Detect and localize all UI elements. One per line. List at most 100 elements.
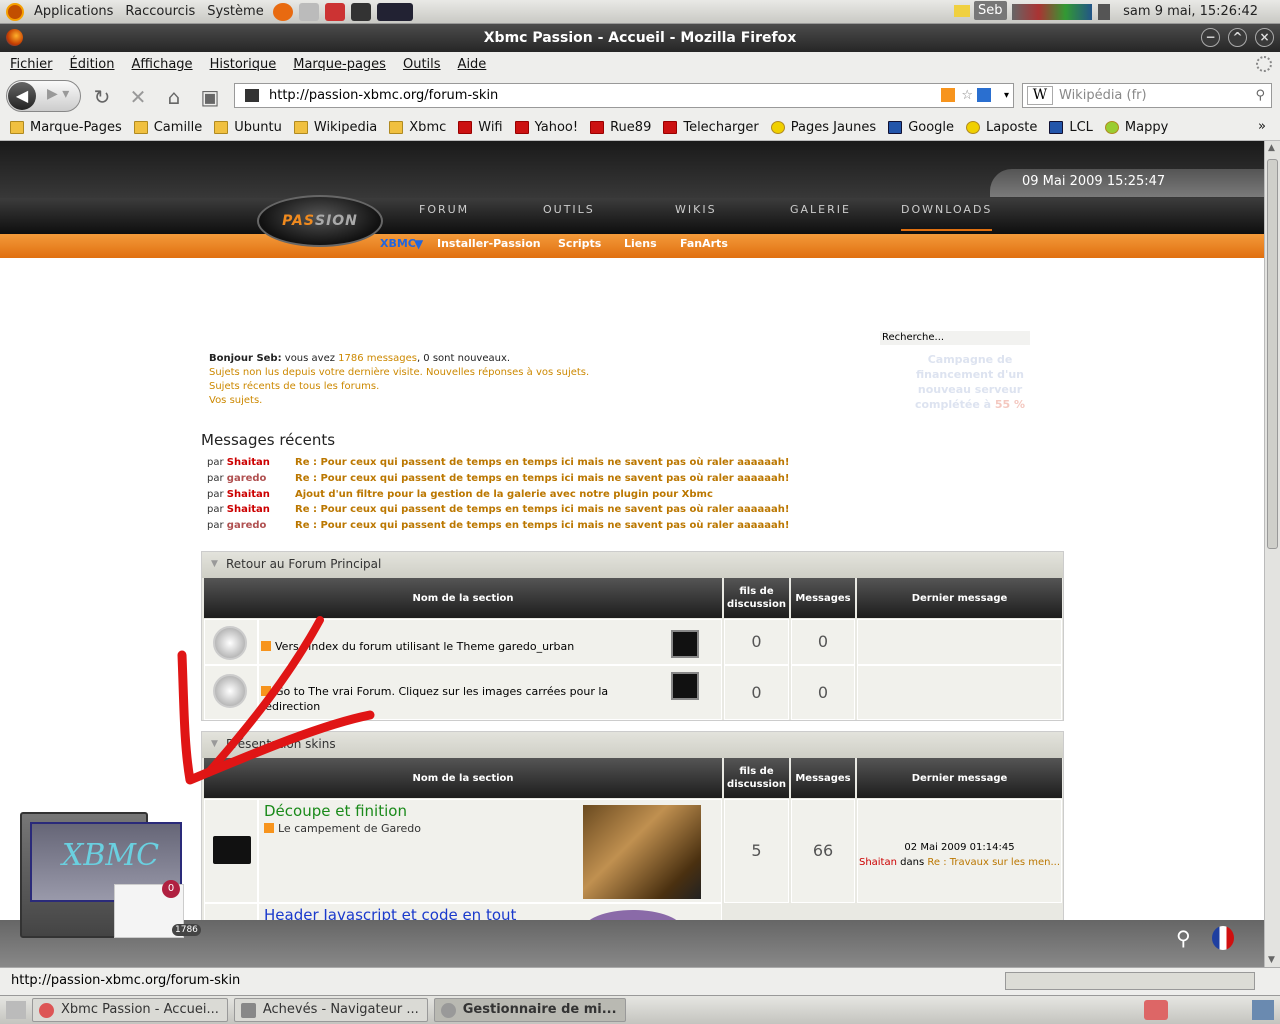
search-placeholder[interactable]: Wikipédia (fr) [1059, 88, 1147, 103]
folder-icon[interactable] [954, 5, 970, 17]
menu-aide[interactable]: Aide [448, 57, 494, 72]
bookmark-wifi[interactable]: Wifi [458, 120, 503, 135]
bookmark-camille[interactable]: Camille [133, 120, 202, 135]
search-icon[interactable]: ⚲ [1176, 926, 1191, 950]
trash-icon[interactable] [1252, 1000, 1274, 1020]
volume-icon[interactable] [1098, 4, 1110, 20]
xbmc-dropdown-icon[interactable]: ▼ [414, 237, 423, 251]
url-bar[interactable]: http://passion-xbmc.org/forum-skin ☆ ▾ [234, 83, 1014, 108]
bookmark-xbmc[interactable]: Xbmc [389, 120, 446, 135]
wikipedia-icon[interactable]: W [1027, 86, 1053, 105]
panel-menu-systeme[interactable]: Système [201, 4, 269, 19]
nav-forum[interactable]: FORUM [419, 203, 469, 216]
folder-icon [214, 121, 229, 134]
last-post-user[interactable]: Shaitan [859, 857, 897, 868]
messages-link[interactable]: 1786 messages [338, 353, 417, 364]
xbmc-thumbnail[interactable] [671, 672, 699, 700]
subnav-fanarts[interactable]: FanArts [680, 237, 728, 250]
xbmc-mail-widget[interactable]: XBMC 0 1786 [20, 812, 201, 938]
nav-wikis[interactable]: WIKIS [675, 203, 717, 216]
back-button[interactable]: ◀ [8, 82, 36, 110]
bookmark-laposte[interactable]: Laposte [966, 120, 1037, 135]
last-post-topic[interactable]: Re : Travaux sur les men... [927, 857, 1060, 868]
bookmark-ubuntu[interactable]: Ubuntu [214, 120, 282, 135]
bookmark-google[interactable]: Google [888, 120, 954, 135]
xbmc-thumbnail[interactable] [671, 630, 699, 658]
menu-edition[interactable]: Édition [60, 57, 122, 72]
bookmark-yahoo[interactable]: Yahoo! [514, 120, 578, 135]
menu-affichage[interactable]: Affichage [121, 57, 199, 72]
page-scrollbar[interactable]: ▲ ▼ [1264, 141, 1280, 967]
search-box[interactable]: W Wikipédia (fr) ⚲ [1022, 83, 1272, 108]
nav-galerie[interactable]: GALERIE [790, 203, 851, 216]
launcher-icon[interactable] [298, 2, 319, 21]
forum-row[interactable]: Découpe et finition Le campement de Gare… [258, 799, 722, 903]
launcher-icon[interactable] [324, 2, 345, 21]
firefox-launcher-icon[interactable] [272, 2, 293, 21]
mappy-icon [1104, 121, 1119, 134]
task-firefox[interactable]: Xbmc Passion - Accuei... [32, 998, 228, 1022]
my-topics-link[interactable]: Vos sujets. [209, 395, 262, 406]
new-tab-icon[interactable]: ▣ [196, 83, 224, 111]
menu-fichier[interactable]: Fichier [0, 57, 60, 72]
menu-marque-pages[interactable]: Marque-pages [283, 57, 393, 72]
category-header[interactable]: ▼ Retour au Forum Principal [202, 552, 1063, 578]
stop-icon[interactable]: ✕ [124, 83, 152, 111]
bookmark-wikipedia[interactable]: Wikipedia [293, 120, 377, 135]
back-forward-group: ◀ ▶ ▾ [6, 80, 81, 112]
task-downloads[interactable]: Achevés - Navigateur ... [233, 998, 428, 1022]
site-search-input[interactable]: Recherche... [880, 331, 1030, 345]
folder-icon [389, 121, 404, 134]
campaign-text: Campagne de financement d'un nouveau ser… [914, 353, 1026, 411]
reload-icon[interactable]: ↻ [88, 83, 116, 111]
bookmark-telecharger[interactable]: Telecharger [663, 120, 759, 135]
user-menu[interactable]: Seb [974, 1, 1007, 20]
minimize-icon[interactable]: − [1201, 28, 1220, 47]
subnav-scripts[interactable]: Scripts [558, 237, 601, 250]
subnav-xbmc[interactable]: XBMC [380, 237, 416, 250]
panel-menu-applications[interactable]: Applications [28, 4, 119, 19]
topics-count: 0 [724, 619, 789, 665]
search-icon[interactable]: ⚲ [1255, 84, 1265, 107]
subnav-installer[interactable]: Installer-Passion [437, 237, 541, 250]
forward-button[interactable]: ▶ ▾ [47, 86, 69, 102]
firefox-icon[interactable] [1144, 1000, 1168, 1020]
recent-topics-link[interactable]: Sujets récents de tous les forums. [209, 381, 379, 392]
task-file-manager[interactable]: Gestionnaire de mi... [433, 998, 626, 1022]
bookmark-pages-jaunes[interactable]: Pages Jaunes [770, 120, 876, 135]
rss-icon[interactable] [264, 823, 274, 833]
bookmark-rue89[interactable]: Rue89 [590, 120, 651, 135]
downloads-icon [240, 1003, 256, 1018]
bookmark-marque-pages[interactable]: Marque-Pages [10, 120, 122, 135]
menu-historique[interactable]: Historique [200, 57, 284, 72]
ubuntu-icon[interactable] [6, 2, 24, 21]
clock[interactable]: sam 9 mai, 15:26:42 [1123, 4, 1258, 19]
terminal-icon[interactable] [350, 2, 371, 21]
skin-thumbnail[interactable] [583, 805, 701, 899]
nav-downloads[interactable]: DOWNLOADS [901, 203, 993, 231]
rss-icon[interactable] [941, 88, 955, 102]
forum-title[interactable]: Découpe et finition [264, 802, 407, 820]
media-controls[interactable] [1005, 972, 1255, 990]
tray-icons[interactable] [1012, 4, 1092, 20]
maximize-icon[interactable]: ^ [1228, 28, 1247, 47]
xbmc-launcher-icon[interactable] [376, 2, 413, 21]
more-bookmarks-icon[interactable]: » [1258, 119, 1266, 134]
unread-link[interactable]: Sujets non lus depuis votre dernière vis… [209, 367, 589, 378]
scrollbar-thumb[interactable] [1267, 159, 1278, 549]
home-icon[interactable]: ⌂ [160, 83, 188, 111]
url-dropdown-icon[interactable]: ▾ [1004, 84, 1009, 107]
site-logo[interactable]: PASSION [257, 195, 383, 247]
info-icon[interactable] [977, 88, 991, 102]
menu-outils[interactable]: Outils [393, 57, 448, 72]
close-icon[interactable]: × [1255, 28, 1274, 47]
panel-menu-raccourcis[interactable]: Raccourcis [119, 4, 201, 19]
subnav-liens[interactable]: Liens [624, 237, 657, 250]
url-text[interactable]: http://passion-xbmc.org/forum-skin [269, 88, 498, 103]
bookmark-lcl[interactable]: LCL [1049, 120, 1093, 135]
bookmark-mappy[interactable]: Mappy [1104, 120, 1168, 135]
bookmark-star-icon[interactable]: ☆ [961, 84, 973, 107]
nav-outils[interactable]: OUTILS [543, 203, 595, 216]
show-desktop-icon[interactable] [6, 1001, 26, 1019]
french-flag-icon[interactable] [1212, 926, 1234, 950]
